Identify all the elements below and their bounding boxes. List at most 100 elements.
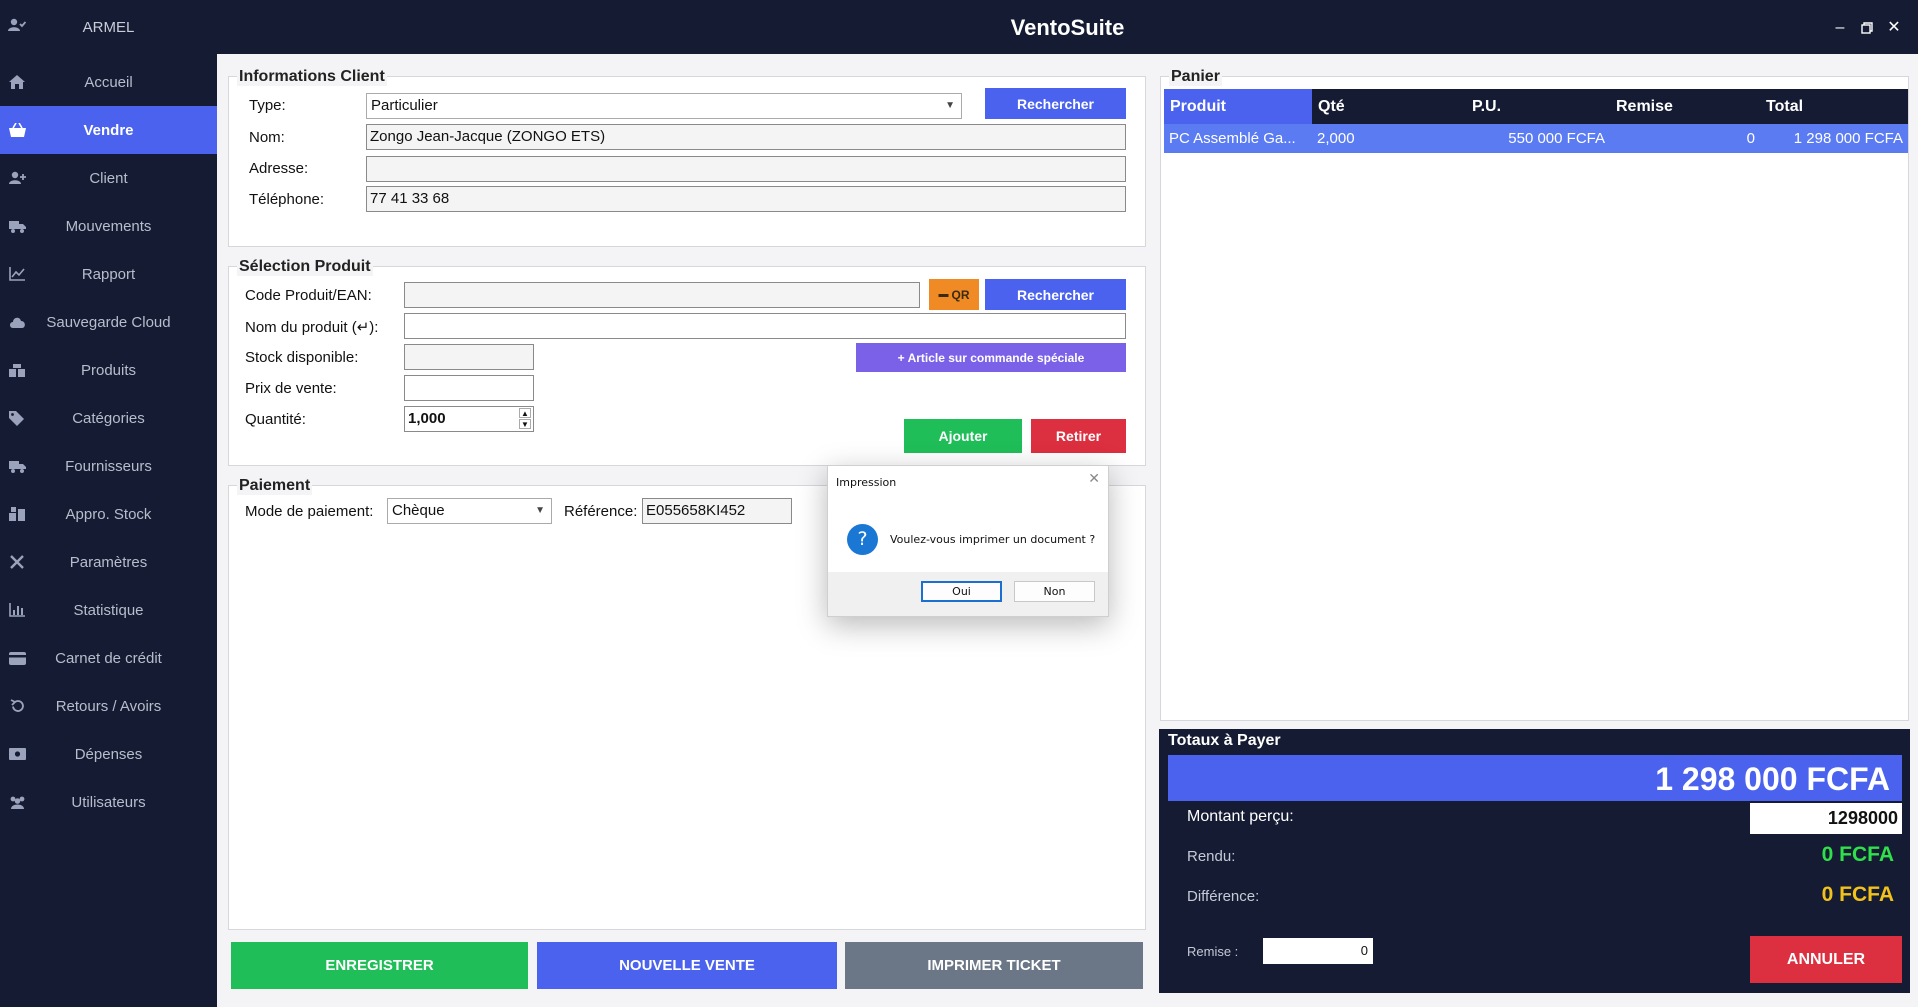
sidebar-item-utilisateurs[interactable]: Utilisateurs	[0, 778, 217, 826]
user-icon	[8, 18, 27, 36]
stepper-up-icon[interactable]: ▲	[519, 408, 531, 418]
qr-scan-button[interactable]: ▬ QR	[929, 279, 979, 310]
close-icon[interactable]: ✕	[1088, 471, 1100, 487]
table-row[interactable]: PC Assemblé Ga... 2,000 550 000 FCFA 0 1…	[1164, 124, 1908, 153]
sidebar-item-label: Dépenses	[74, 745, 143, 763]
sidebar-item-appro-stock[interactable]: Appro. Stock	[0, 490, 217, 538]
sidebar-item-client[interactable]: Client	[0, 154, 217, 202]
cart-col-discount[interactable]: Remise	[1610, 89, 1760, 124]
payment-mode-value: Chèque	[392, 502, 445, 519]
cart-col-product[interactable]: Produit	[1164, 89, 1312, 124]
sidebar-item-label: Mouvements	[65, 217, 152, 235]
sidebar-item-rapport[interactable]: Rapport	[0, 250, 217, 298]
sidebar-item-label: Statistique	[73, 601, 144, 619]
stepper-down-icon[interactable]: ▼	[519, 419, 531, 429]
no-button[interactable]: Non	[1014, 581, 1095, 602]
cart-col-qty[interactable]: Qté	[1312, 89, 1466, 124]
sidebar-item-vendre[interactable]: Vendre	[0, 106, 217, 154]
print-dialog: Impression ✕ ? Voulez-vous imprimer un d…	[827, 465, 1109, 617]
home-icon	[8, 74, 26, 90]
sidebar-item-label: Catégories	[72, 409, 145, 427]
sidebar-item-parametres[interactable]: Paramètres	[0, 538, 217, 586]
bar-chart-icon	[8, 602, 26, 618]
remove-button[interactable]: Retirer	[1031, 419, 1126, 453]
product-code-label: Code Produit/EAN:	[245, 287, 372, 304]
sidebar-item-fournisseurs[interactable]: Fournisseurs	[0, 442, 217, 490]
sidebar: ARMEL Accueil Vendre Client Mouvements R…	[0, 0, 217, 1007]
yes-button[interactable]: Oui	[921, 581, 1002, 602]
client-name-field[interactable]: Zongo Jean-Jacque (ZONGO ETS)	[366, 124, 1126, 150]
qr-button-label: QR	[951, 287, 970, 302]
sidebar-item-accueil[interactable]: Accueil	[0, 58, 217, 106]
client-type-label: Type:	[249, 97, 286, 114]
product-search-button[interactable]: Rechercher	[985, 279, 1126, 310]
cart-col-unit-price[interactable]: P.U.	[1466, 89, 1610, 124]
sidebar-item-label: Paramètres	[69, 553, 148, 571]
app-title: VentoSuite	[1010, 15, 1125, 40]
sidebar-item-label: Utilisateurs	[71, 793, 146, 811]
price-label: Prix de vente:	[245, 380, 337, 397]
sidebar-item-retours-avoirs[interactable]: Retours / Avoirs	[0, 682, 217, 730]
client-phone-field[interactable]: 77 41 33 68	[366, 186, 1126, 212]
payment-mode-label: Mode de paiement:	[245, 503, 374, 520]
client-name-label: Nom:	[249, 129, 285, 146]
client-info-title: Informations Client	[237, 68, 387, 86]
warehouse-icon	[8, 506, 26, 522]
client-address-label: Adresse:	[249, 160, 309, 177]
sidebar-item-label: Fournisseurs	[65, 457, 152, 475]
minimize-icon[interactable]: –	[1830, 18, 1850, 38]
truck-icon	[8, 218, 26, 234]
user-plus-icon	[8, 170, 26, 186]
product-name-field[interactable]	[404, 313, 1126, 339]
quantity-label: Quantité:	[245, 411, 306, 428]
cart-cell-total: 1 298 000 FCFA	[1793, 130, 1903, 147]
totals-panel: Totaux à Payer 1 298 000 FCFA Montant pe…	[1159, 729, 1910, 993]
dialog-body: ? Voulez-vous imprimer un document ?	[828, 498, 1108, 574]
cart-cell-discount: 0	[1746, 130, 1755, 147]
received-amount-field[interactable]: 1298000	[1750, 803, 1902, 834]
current-username: ARMEL	[82, 18, 135, 36]
sidebar-item-label: Appro. Stock	[65, 505, 152, 523]
sidebar-item-label: Produits	[80, 361, 137, 379]
cart-col-total[interactable]: Total	[1760, 89, 1908, 124]
chevron-down-icon: ▼	[945, 100, 955, 111]
client-type-select[interactable]: Particulier ▼	[366, 93, 962, 119]
price-field[interactable]	[404, 375, 534, 401]
special-order-button[interactable]: + Article sur commande spéciale	[856, 343, 1126, 372]
sidebar-item-statistique[interactable]: Statistique	[0, 586, 217, 634]
new-sale-button[interactable]: NOUVELLE VENTE	[537, 942, 837, 989]
print-ticket-button[interactable]: IMPRIMER TICKET	[845, 942, 1143, 989]
add-button[interactable]: Ajouter	[904, 419, 1022, 453]
sidebar-item-label: Sauvegarde Cloud	[46, 313, 171, 331]
save-button[interactable]: ENREGISTRER	[231, 942, 528, 989]
barcode-icon: ▬	[938, 289, 949, 300]
client-address-field[interactable]	[366, 156, 1126, 182]
sidebar-item-depenses[interactable]: Dépenses	[0, 730, 217, 778]
sidebar-item-mouvements[interactable]: Mouvements	[0, 202, 217, 250]
basket-icon	[8, 122, 26, 138]
credit-card-icon	[8, 650, 26, 666]
sidebar-item-carnet-de-credit[interactable]: Carnet de crédit	[0, 634, 217, 682]
payment-mode-select[interactable]: Chèque ▼	[387, 498, 552, 524]
sidebar-item-sauvegarde-cloud[interactable]: Sauvegarde Cloud	[0, 298, 217, 346]
payment-title: Paiement	[237, 477, 313, 495]
payment-reference-field[interactable]: E055658KI452	[642, 498, 792, 524]
dialog-title: Impression	[836, 476, 897, 489]
client-type-value: Particulier	[371, 97, 438, 114]
cancel-button[interactable]: ANNULER	[1750, 936, 1902, 983]
stock-label: Stock disponible:	[245, 349, 359, 366]
close-icon[interactable]: ✕	[1884, 18, 1904, 38]
client-search-button[interactable]: Rechercher	[985, 88, 1126, 119]
discount-field[interactable]: 0	[1263, 938, 1373, 964]
sidebar-item-label: Carnet de crédit	[55, 649, 162, 667]
sidebar-item-label: Accueil	[84, 73, 133, 91]
restore-icon[interactable]	[1857, 18, 1877, 38]
quantity-stepper[interactable]: 1,000 ▲ ▼	[404, 406, 534, 432]
sidebar-item-categories[interactable]: Catégories	[0, 394, 217, 442]
product-name-label: Nom du produit (↵):	[245, 319, 379, 336]
sidebar-item-produits[interactable]: Produits	[0, 346, 217, 394]
cart-group: Panier	[1160, 68, 1909, 721]
product-code-field[interactable]	[404, 282, 920, 308]
cloud-icon	[8, 314, 26, 330]
truck-icon	[8, 458, 26, 474]
